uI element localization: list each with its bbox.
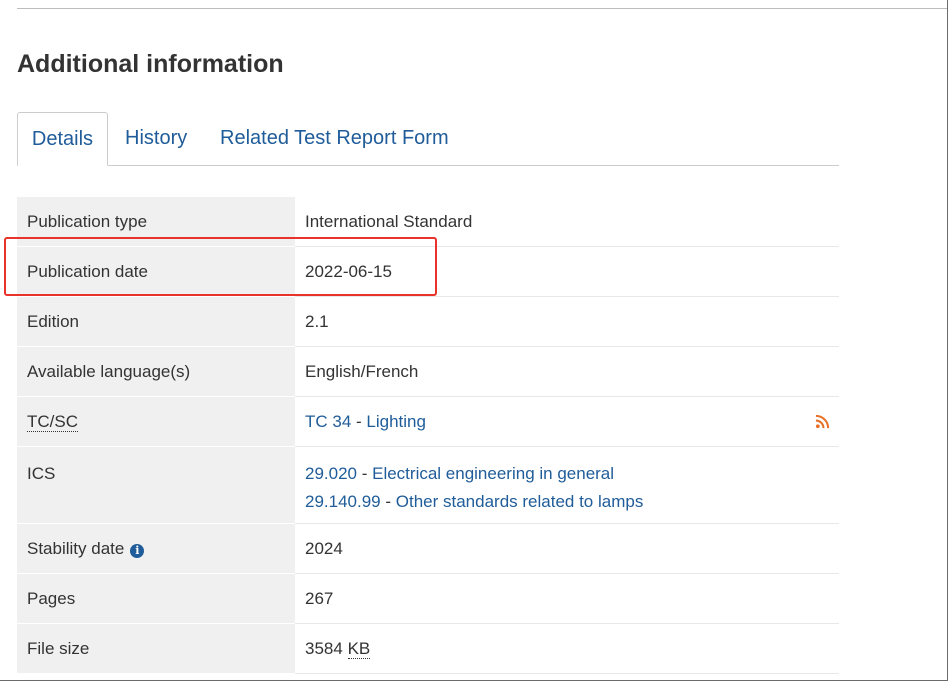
publication-type-value: International Standard xyxy=(295,197,839,247)
ics-code-link[interactable]: 29.140.99 xyxy=(305,492,381,511)
ics-label: ICS xyxy=(27,464,56,483)
table-row-publication-type: Publication type International Standard xyxy=(17,197,839,247)
table-row-pages: Pages 267 xyxy=(17,573,839,624)
languages-label: Available language(s) xyxy=(17,346,295,397)
tcsc-label-cell: TC/SC xyxy=(17,396,295,447)
table-row-edition: Edition 2.1 xyxy=(17,296,839,347)
ics-name-link[interactable]: Electrical engineering in general xyxy=(372,464,614,483)
stability-date-label-cell: Stability date i xyxy=(17,523,295,574)
ics-separator: - xyxy=(380,492,396,511)
tab-details[interactable]: Details xyxy=(17,112,108,166)
file-size-value-cell: 3584 KB xyxy=(295,623,839,674)
edition-label: Edition xyxy=(17,296,295,347)
tab-bar: Details History Related Test Report Form xyxy=(17,112,839,166)
section-heading: Additional information xyxy=(17,50,284,78)
publication-type-label: Publication type xyxy=(17,197,295,247)
top-divider xyxy=(17,8,947,9)
tcsc-label: TC/SC xyxy=(27,411,78,432)
pages-value: 267 xyxy=(295,573,839,624)
table-row-tcsc: TC/SC TC 34 - Lighting xyxy=(17,396,839,447)
tcsc-name-link[interactable]: Lighting xyxy=(366,412,426,431)
ics-value-cell: 29.020 - Electrical engineering in gener… xyxy=(295,446,839,524)
rss-feed-icon[interactable] xyxy=(815,414,830,429)
file-size-label: File size xyxy=(17,623,295,674)
pages-label: Pages xyxy=(17,573,295,624)
table-row-ics: ICS 29.020 - Electrical engineering in g… xyxy=(17,446,839,524)
info-icon[interactable]: i xyxy=(130,543,145,558)
ics-entry: 29.140.99 - Other standards related to l… xyxy=(305,488,829,516)
ics-label-cell: ICS xyxy=(17,446,295,524)
table-row-languages: Available language(s) English/French xyxy=(17,346,839,397)
languages-value: English/French xyxy=(295,346,839,397)
publication-date-label: Publication date xyxy=(17,246,295,297)
table-row-stability-date: Stability date i 2024 xyxy=(17,523,839,574)
stability-date-label: Stability date xyxy=(27,538,125,558)
stability-date-value: 2024 xyxy=(295,523,839,574)
file-size-value: 3584 xyxy=(305,638,343,658)
tcsc-separator: - xyxy=(351,411,367,431)
publication-date-value: 2022-06-15 xyxy=(295,246,839,297)
edition-value: 2.1 xyxy=(295,296,839,347)
tab-history[interactable]: History xyxy=(125,112,187,165)
table-row-publication-date: Publication date 2022-06-15 xyxy=(17,246,839,297)
table-row-file-size: File size 3584 KB xyxy=(17,623,839,674)
tcsc-value-cell: TC 34 - Lighting xyxy=(295,396,839,447)
ics-separator: - xyxy=(357,464,373,483)
ics-entry: 29.020 - Electrical engineering in gener… xyxy=(305,460,829,488)
ics-name-link[interactable]: Other standards related to lamps xyxy=(396,492,644,511)
tcsc-code-link[interactable]: TC 34 xyxy=(305,412,351,431)
details-table: Publication type International Standard … xyxy=(17,197,839,674)
tab-related-test-report-form[interactable]: Related Test Report Form xyxy=(220,112,449,165)
ics-code-link[interactable]: 29.020 xyxy=(305,464,357,483)
file-size-unit: KB xyxy=(347,638,371,659)
